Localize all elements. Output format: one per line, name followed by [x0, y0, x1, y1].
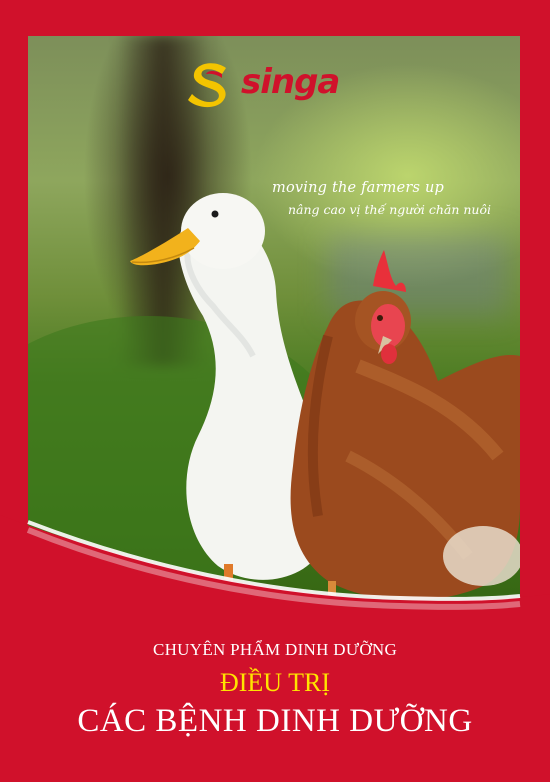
title-line-3: CÁC BỆNH DINH DƯỠNG [77, 703, 473, 739]
title-line-1: CHUYÊN PHẨM DINH DƯỠNG [152, 640, 398, 659]
tagline-english: moving the farmers up [272, 180, 444, 196]
brand-name: singa [241, 62, 340, 102]
title-line-2: ĐIỀU TRỊ [219, 668, 330, 697]
tagline-vietnamese: nâng cao vị thế người chăn nuôi [288, 202, 492, 217]
bottom-curve [0, 515, 550, 640]
brand-logo: singa [186, 60, 366, 110]
singa-logo-icon [188, 63, 226, 108]
cover-page: singa moving the farmers up nâng cao vị … [0, 0, 550, 782]
